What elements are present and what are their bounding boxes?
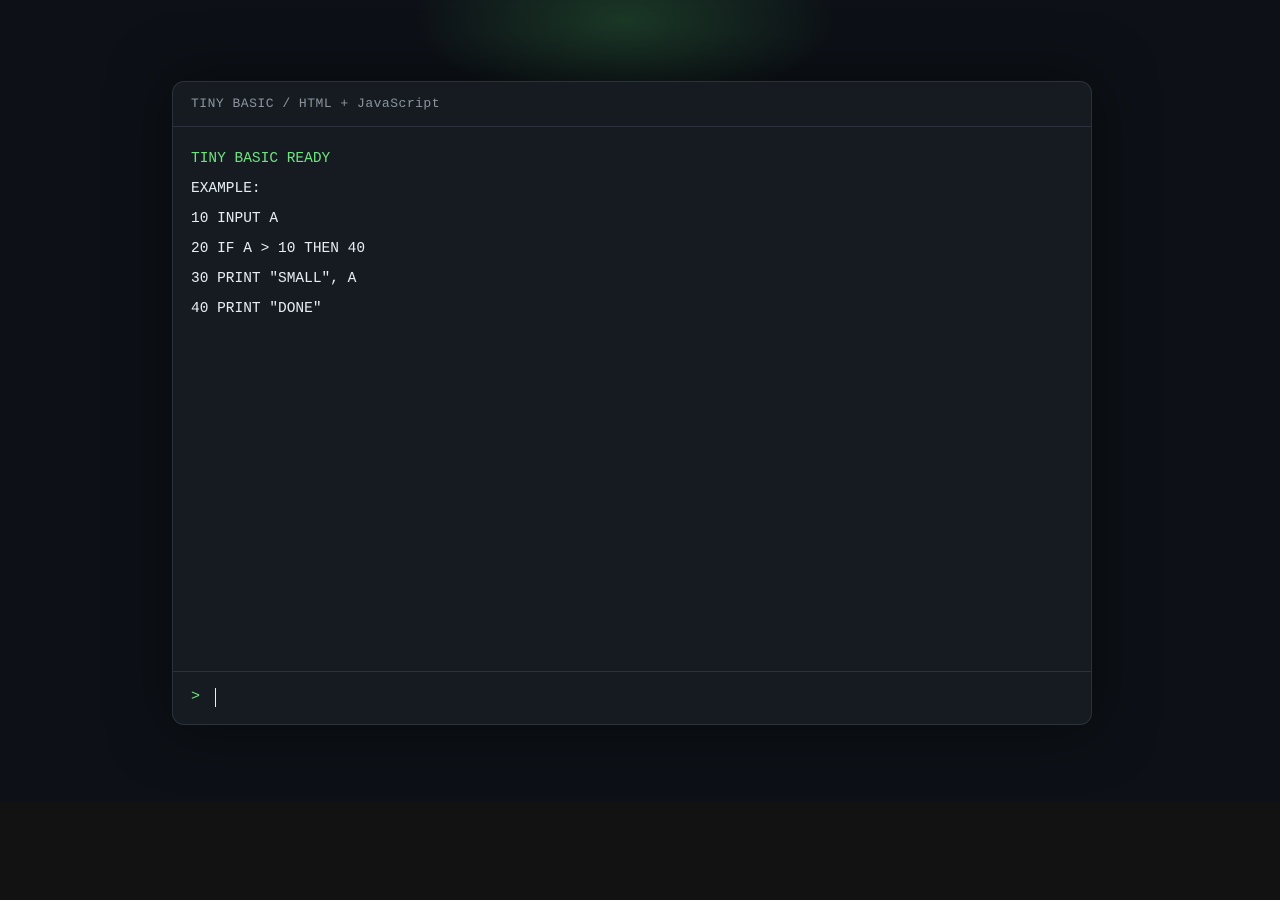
terminal-title: TINY BASIC / HTML + JavaScript (191, 96, 441, 111)
prompt-symbol: > (191, 688, 201, 705)
output-line: 10 INPUT A (191, 211, 279, 227)
output-line: 20 IF A > 10 THEN 40 (191, 241, 366, 257)
terminal-titlebar: TINY BASIC / HTML + JavaScript (173, 82, 1091, 127)
text-cursor (215, 688, 216, 707)
terminal-output: TINY BASIC READY EXAMPLE: 10 INPUT A 20 … (191, 144, 1071, 664)
output-line: 30 PRINT "SMALL", A (191, 271, 357, 287)
output-line-ready: TINY BASIC READY (191, 151, 331, 167)
page-background: TINY BASIC / HTML + JavaScript TINY BASI… (0, 0, 1280, 802)
command-input-bar: > (173, 671, 1091, 724)
output-line: 40 PRINT "DONE" (191, 301, 322, 317)
output-line: EXAMPLE: (191, 181, 261, 197)
command-input[interactable] (213, 684, 1073, 710)
terminal-window: TINY BASIC / HTML + JavaScript TINY BASI… (172, 81, 1092, 725)
